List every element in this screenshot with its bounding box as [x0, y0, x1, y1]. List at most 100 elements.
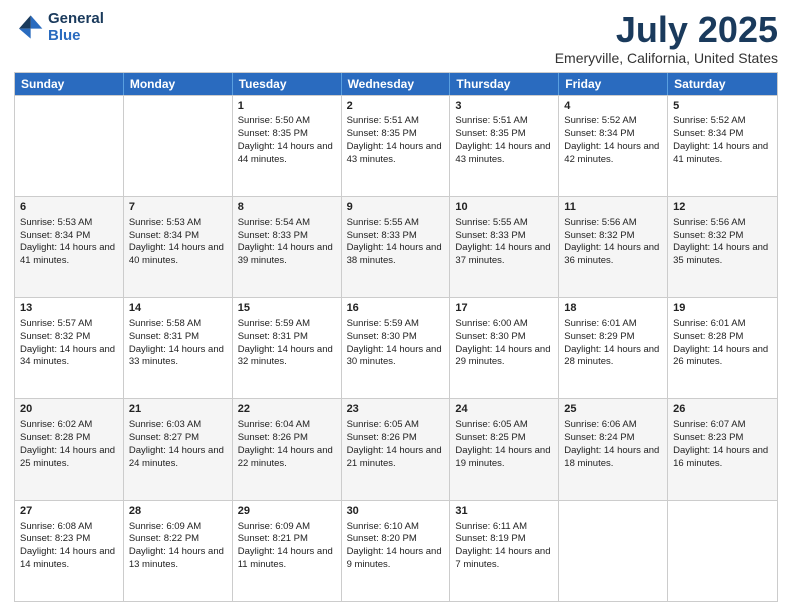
- day-number: 18: [564, 301, 662, 316]
- sun-info: Sunrise: 6:05 AM Sunset: 8:26 PM Dayligh…: [347, 419, 445, 470]
- day-number: 22: [238, 402, 336, 417]
- day-number: 20: [20, 402, 118, 417]
- sun-info: Sunrise: 5:59 AM Sunset: 8:30 PM Dayligh…: [347, 318, 445, 369]
- sun-info: Sunrise: 6:03 AM Sunset: 8:27 PM Dayligh…: [129, 419, 227, 470]
- sun-info: Sunrise: 6:06 AM Sunset: 8:24 PM Dayligh…: [564, 419, 662, 470]
- logo-icon: [14, 12, 44, 42]
- day-number: 1: [238, 99, 336, 114]
- header-day-tuesday: Tuesday: [233, 73, 342, 95]
- cal-cell-empty: [124, 96, 233, 196]
- cal-cell-day-21: 21Sunrise: 6:03 AM Sunset: 8:27 PM Dayli…: [124, 399, 233, 499]
- cal-cell-day-30: 30Sunrise: 6:10 AM Sunset: 8:20 PM Dayli…: [342, 501, 451, 601]
- sun-info: Sunrise: 5:55 AM Sunset: 8:33 PM Dayligh…: [347, 217, 445, 268]
- day-number: 5: [673, 99, 772, 114]
- cal-cell-day-27: 27 Sunrise: 6:08 AM Sunset: 8:23 PM Dayli…: [15, 501, 124, 601]
- header-day-thursday: Thursday: [450, 73, 559, 95]
- day-number: 10: [455, 200, 553, 215]
- day-number: 24: [455, 402, 553, 417]
- day-number: 8: [238, 200, 336, 215]
- cal-cell-day-5: 5Sunrise: 5:52 AM Sunset: 8:34 PM Daylig…: [668, 96, 777, 196]
- sun-info: Sunrise: 6:09 AM Sunset: 8:21 PM Dayligh…: [238, 521, 336, 572]
- sun-info: Sunrise: 6:01 AM Sunset: 8:28 PM Dayligh…: [673, 318, 772, 369]
- calendar: SundayMondayTuesdayWednesdayThursdayFrid…: [14, 72, 778, 602]
- day-number: 7: [129, 200, 227, 215]
- cal-cell-day-15: 15 Sunrise: 5:59 AM Sunset: 8:31 PM Dayli…: [233, 298, 342, 398]
- sun-info: Sunrise: 6:09 AM Sunset: 8:22 PM Dayligh…: [129, 521, 227, 572]
- cal-cell-day-8: 8 Sunrise: 5:54 AM Sunset: 8:33 PM Daylig…: [233, 197, 342, 297]
- calendar-row-3: 20 Sunrise: 6:02 AM Sunset: 8:28 PM Dayli…: [15, 398, 777, 499]
- cal-cell-day-12: 12Sunrise: 5:56 AM Sunset: 8:32 PM Dayli…: [668, 197, 777, 297]
- header-day-sunday: Sunday: [15, 73, 124, 95]
- day-number: 25: [564, 402, 662, 417]
- cal-cell-empty: [15, 96, 124, 196]
- header-day-monday: Monday: [124, 73, 233, 95]
- sun-info: Sunrise: 6:04 AM Sunset: 8:26 PM Dayligh…: [238, 419, 336, 470]
- calendar-row-1: 6Sunrise: 5:53 AM Sunset: 8:34 PM Daylig…: [15, 196, 777, 297]
- sun-info: Sunrise: 6:00 AM Sunset: 8:30 PM Dayligh…: [455, 318, 553, 369]
- location: Emeryville, California, United States: [555, 50, 778, 66]
- sun-info: Sunrise: 6:05 AM Sunset: 8:25 PM Dayligh…: [455, 419, 553, 470]
- cal-cell-day-31: 31Sunrise: 6:11 AM Sunset: 8:19 PM Dayli…: [450, 501, 559, 601]
- calendar-row-2: 13 Sunrise: 5:57 AM Sunset: 8:32 PM Dayli…: [15, 297, 777, 398]
- sun-info: Sunrise: 6:02 AM Sunset: 8:28 PM Dayligh…: [20, 419, 118, 470]
- cal-cell-day-17: 17Sunrise: 6:00 AM Sunset: 8:30 PM Dayli…: [450, 298, 559, 398]
- day-number: 30: [347, 504, 445, 519]
- cal-cell-day-9: 9 Sunrise: 5:55 AM Sunset: 8:33 PM Daylig…: [342, 197, 451, 297]
- header-day-friday: Friday: [559, 73, 668, 95]
- sun-info: Sunrise: 5:51 AM Sunset: 8:35 PM Dayligh…: [347, 115, 445, 166]
- sun-info: Sunrise: 5:52 AM Sunset: 8:34 PM Dayligh…: [673, 115, 772, 166]
- day-number: 26: [673, 402, 772, 417]
- cal-cell-day-4: 4Sunrise: 5:52 AM Sunset: 8:34 PM Daylig…: [559, 96, 668, 196]
- cal-cell-day-26: 26Sunrise: 6:07 AM Sunset: 8:23 PM Dayli…: [668, 399, 777, 499]
- sun-info: Sunrise: 5:57 AM Sunset: 8:32 PM Dayligh…: [20, 318, 118, 369]
- header: General Blue July 2025 Emeryville, Calif…: [14, 10, 778, 66]
- day-number: 15: [238, 301, 336, 316]
- sun-info: Sunrise: 5:51 AM Sunset: 8:35 PM Dayligh…: [455, 115, 553, 166]
- sun-info: Sunrise: 5:59 AM Sunset: 8:31 PM Dayligh…: [238, 318, 336, 369]
- title-block: July 2025 Emeryville, California, United…: [555, 10, 778, 66]
- day-number: 13: [20, 301, 118, 316]
- cal-cell-day-23: 23 Sunrise: 6:05 AM Sunset: 8:26 PM Dayli…: [342, 399, 451, 499]
- day-number: 4: [564, 99, 662, 114]
- cal-cell-day-29: 29 Sunrise: 6:09 AM Sunset: 8:21 PM Dayli…: [233, 501, 342, 601]
- day-number: 16: [347, 301, 445, 316]
- sun-info: Sunrise: 5:54 AM Sunset: 8:33 PM Dayligh…: [238, 217, 336, 268]
- cal-cell-day-19: 19 Sunrise: 6:01 AM Sunset: 8:28 PM Dayli…: [668, 298, 777, 398]
- cal-cell-day-10: 10 Sunrise: 5:55 AM Sunset: 8:33 PM Dayli…: [450, 197, 559, 297]
- cal-cell-day-22: 22 Sunrise: 6:04 AM Sunset: 8:26 PM Dayli…: [233, 399, 342, 499]
- calendar-row-4: 27 Sunrise: 6:08 AM Sunset: 8:23 PM Dayli…: [15, 500, 777, 601]
- sun-info: Sunrise: 5:55 AM Sunset: 8:33 PM Dayligh…: [455, 217, 553, 268]
- cal-cell-day-13: 13 Sunrise: 5:57 AM Sunset: 8:32 PM Dayli…: [15, 298, 124, 398]
- cal-cell-day-7: 7 Sunrise: 5:53 AM Sunset: 8:34 PM Daylig…: [124, 197, 233, 297]
- sun-info: Sunrise: 6:08 AM Sunset: 8:23 PM Dayligh…: [20, 521, 118, 572]
- sun-info: Sunrise: 5:53 AM Sunset: 8:34 PM Dayligh…: [20, 217, 118, 268]
- day-number: 2: [347, 99, 445, 114]
- logo: General Blue: [14, 10, 104, 44]
- cal-cell-day-28: 28 Sunrise: 6:09 AM Sunset: 8:22 PM Dayli…: [124, 501, 233, 601]
- cal-cell-day-20: 20 Sunrise: 6:02 AM Sunset: 8:28 PM Dayli…: [15, 399, 124, 499]
- sun-info: Sunrise: 5:52 AM Sunset: 8:34 PM Dayligh…: [564, 115, 662, 166]
- header-day-saturday: Saturday: [668, 73, 777, 95]
- sun-info: Sunrise: 6:11 AM Sunset: 8:19 PM Dayligh…: [455, 521, 553, 572]
- cal-cell-day-25: 25 Sunrise: 6:06 AM Sunset: 8:24 PM Dayli…: [559, 399, 668, 499]
- cal-cell-day-11: 11Sunrise: 5:56 AM Sunset: 8:32 PM Dayli…: [559, 197, 668, 297]
- day-number: 19: [673, 301, 772, 316]
- calendar-body: 1Sunrise: 5:50 AM Sunset: 8:35 PM Daylig…: [15, 95, 777, 601]
- day-number: 14: [129, 301, 227, 316]
- sun-info: Sunrise: 5:53 AM Sunset: 8:34 PM Dayligh…: [129, 217, 227, 268]
- day-number: 23: [347, 402, 445, 417]
- sun-info: Sunrise: 5:58 AM Sunset: 8:31 PM Dayligh…: [129, 318, 227, 369]
- day-number: 29: [238, 504, 336, 519]
- page: General Blue July 2025 Emeryville, Calif…: [0, 0, 792, 612]
- cal-cell-day-18: 18Sunrise: 6:01 AM Sunset: 8:29 PM Dayli…: [559, 298, 668, 398]
- cal-cell-empty: [559, 501, 668, 601]
- day-number: 9: [347, 200, 445, 215]
- calendar-header: SundayMondayTuesdayWednesdayThursdayFrid…: [15, 73, 777, 95]
- cal-cell-day-1: 1Sunrise: 5:50 AM Sunset: 8:35 PM Daylig…: [233, 96, 342, 196]
- day-number: 3: [455, 99, 553, 114]
- logo-text: General Blue: [48, 10, 104, 44]
- sun-info: Sunrise: 5:56 AM Sunset: 8:32 PM Dayligh…: [564, 217, 662, 268]
- day-number: 27: [20, 504, 118, 519]
- day-number: 28: [129, 504, 227, 519]
- cal-cell-empty: [668, 501, 777, 601]
